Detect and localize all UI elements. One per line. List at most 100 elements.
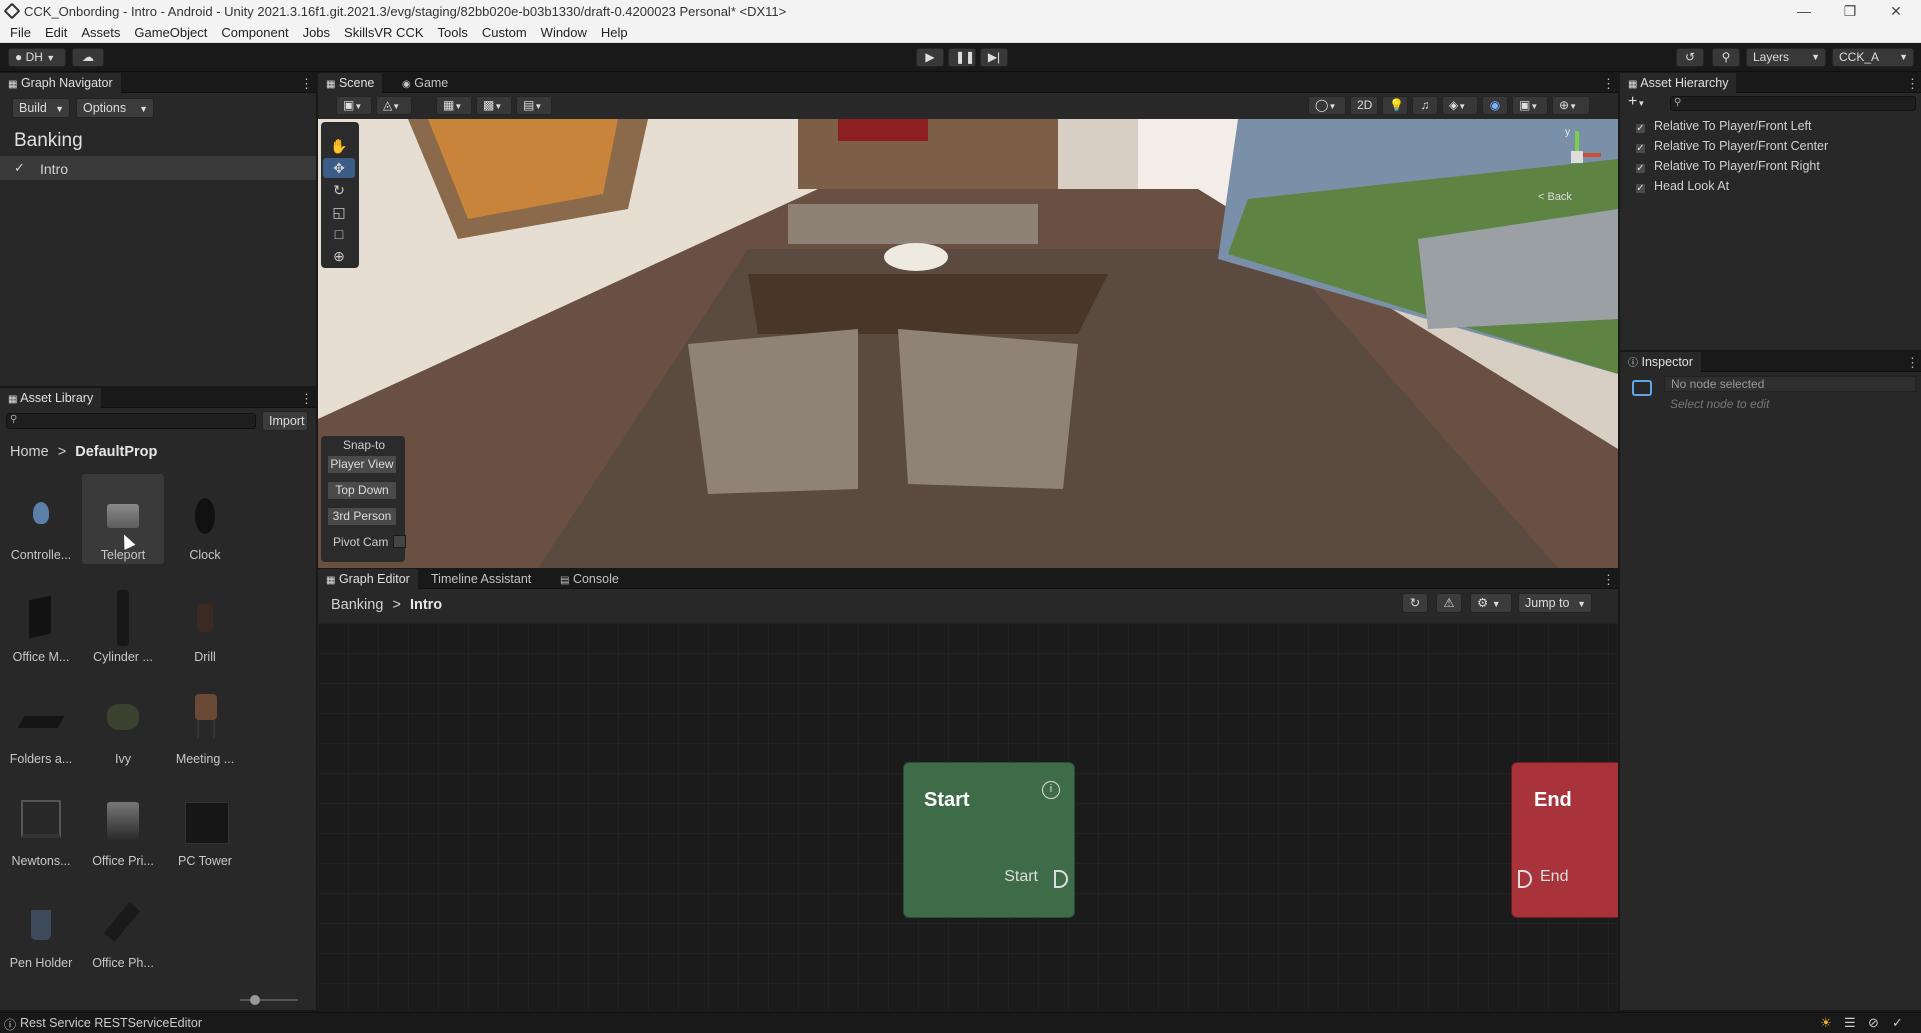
refresh-button[interactable]: ↻ (1402, 593, 1428, 613)
mode-2d-toggle[interactable]: 2D (1350, 96, 1378, 115)
asset-tile[interactable]: Drill (164, 586, 246, 664)
orientation-dropdown[interactable]: ◯▼ (1308, 96, 1346, 115)
warning-button[interactable]: ⚠ (1436, 593, 1462, 613)
graph-canvas[interactable]: Start i Start End End (318, 623, 1618, 1010)
kebab-menu-icon[interactable]: ⋮ (300, 76, 313, 92)
start-node[interactable]: Start i Start (903, 762, 1075, 918)
asset-tile[interactable]: Newtons... (0, 790, 82, 868)
kebab-menu-icon[interactable]: ⋮ (1906, 355, 1919, 371)
hierarchy-item[interactable]: ✓ Relative To Player/Front Left (1635, 116, 1828, 136)
asset-tile[interactable]: Controlle... (0, 484, 82, 562)
hierarchy-search-input[interactable]: ⚲ (1670, 96, 1916, 111)
effects-dropdown[interactable]: ◈▼ (1442, 96, 1478, 115)
asset-tile[interactable]: Office Ph... (82, 892, 164, 970)
menu-jobs[interactable]: Jobs (303, 25, 330, 40)
rect-tool-icon[interactable]: □ (323, 224, 355, 244)
scale-tool-icon[interactable]: ◱ (323, 202, 355, 222)
asset-tile[interactable]: Clock (164, 484, 246, 562)
render-mode-dropdown[interactable]: ◬▼ (376, 96, 412, 115)
add-dropdown[interactable]: +▼ (1628, 93, 1645, 111)
hierarchy-item[interactable]: ✓ Head Look At (1635, 176, 1828, 196)
menu-edit[interactable]: Edit (45, 25, 67, 40)
menu-custom[interactable]: Custom (482, 25, 527, 40)
tab-inspector[interactable]: ⓘ Inspector (1620, 352, 1701, 372)
asset-tile[interactable]: Meeting ... (164, 688, 246, 766)
tab-console[interactable]: ▤ Console (552, 569, 627, 589)
asset-tile[interactable]: Ivy (82, 688, 164, 766)
checkbox-checked[interactable]: ✓ (1635, 163, 1646, 174)
end-node[interactable]: End End (1511, 762, 1618, 918)
tab-scene[interactable]: ▦ Scene (318, 73, 383, 93)
tab-asset-library[interactable]: ▦ Asset Library (0, 388, 102, 408)
maximize-icon[interactable]: ❐ (1827, 0, 1873, 22)
minimize-icon[interactable]: — (1781, 0, 1827, 22)
info-icon[interactable]: i (1042, 781, 1060, 799)
asset-tile[interactable]: Office M... (0, 586, 82, 664)
tab-timeline-assistant[interactable]: Timeline Assistant (423, 569, 539, 589)
kebab-menu-icon[interactable]: ⋮ (300, 391, 313, 407)
tab-graph-editor[interactable]: ▦ Graph Editor (318, 569, 418, 589)
network-icon[interactable]: ⊘ (1868, 1015, 1879, 1031)
asset-tile[interactable]: Teleport (82, 474, 164, 564)
breadcrumb-home[interactable]: Home (10, 444, 49, 460)
thumbnail-size-slider[interactable] (240, 995, 298, 1005)
rotate-tool-icon[interactable]: ↻ (323, 180, 355, 200)
third-person-button[interactable]: 3rd Person (327, 507, 397, 526)
scene-viewport[interactable]: y < Back ✋ ✥ ↻ ◱ □ ⊕ Snap-to Player View… (318, 119, 1618, 568)
camera-dropdown[interactable]: ▣▼ (1512, 96, 1548, 115)
navigator-item-intro[interactable]: ✓ Intro (0, 156, 316, 180)
ruler-dropdown[interactable]: ▤▼ (516, 96, 552, 115)
grid-snap-dropdown[interactable]: ▦▼ (436, 96, 472, 115)
gizmos-dropdown[interactable]: ⊕▼ (1552, 96, 1590, 115)
import-button[interactable]: Import (262, 411, 308, 431)
menu-skillsvr-cck[interactable]: SkillsVR CCK (344, 25, 423, 40)
hand-tool-icon[interactable]: ✋ (323, 136, 355, 156)
audio-toggle[interactable]: ♫ (1412, 96, 1438, 115)
menu-component[interactable]: Component (221, 25, 288, 40)
account-dropdown[interactable]: ● DH ▼ (8, 48, 66, 67)
asset-tile[interactable]: Cylinder ... (82, 586, 164, 664)
kebab-menu-icon[interactable]: ⋮ (1602, 572, 1615, 588)
menu-window[interactable]: Window (541, 25, 587, 40)
history-button[interactable]: ↺ (1676, 48, 1704, 67)
output-port-icon[interactable] (1054, 870, 1068, 888)
shading-dropdown[interactable]: ▣▼ (336, 96, 372, 115)
move-tool-icon[interactable]: ✥ (323, 158, 355, 178)
kebab-menu-icon[interactable]: ⋮ (1906, 76, 1919, 92)
tab-game[interactable]: ◉ Game (394, 73, 456, 93)
breadcrumb-banking[interactable]: Banking (331, 597, 383, 613)
tab-graph-navigator[interactable]: ▦ Graph Navigator (0, 73, 121, 93)
back-label[interactable]: < Back (1538, 191, 1572, 203)
step-button[interactable]: ▶| (980, 48, 1008, 67)
database-icon[interactable]: ☰ (1844, 1015, 1856, 1031)
status-check-icon[interactable]: ✓ (1892, 1015, 1903, 1031)
asset-search-input[interactable]: ⚲ (6, 413, 256, 429)
player-view-button[interactable]: Player View (327, 455, 397, 474)
kebab-menu-icon[interactable]: ⋮ (1602, 76, 1615, 92)
asset-tile[interactable]: Folders a... (0, 688, 82, 766)
build-dropdown[interactable]: Build ▼ (12, 98, 70, 118)
menu-file[interactable]: File (10, 25, 31, 40)
tab-asset-hierarchy[interactable]: ▦ Asset Hierarchy (1620, 73, 1737, 93)
bug-report-icon[interactable]: ☀ (1820, 1015, 1832, 1031)
close-icon[interactable]: ✕ (1873, 0, 1919, 22)
pivot-cam-checkbox[interactable] (393, 535, 406, 548)
menu-help[interactable]: Help (601, 25, 628, 40)
menu-assets[interactable]: Assets (81, 25, 120, 40)
input-port-icon[interactable] (1518, 870, 1532, 888)
transform-tool-icon[interactable]: ⊕ (323, 246, 355, 266)
checkbox-checked[interactable]: ✓ (1635, 183, 1646, 194)
options-dropdown[interactable]: Options ▼ (76, 98, 154, 118)
top-down-button[interactable]: Top Down (327, 481, 397, 500)
menu-tools[interactable]: Tools (438, 25, 468, 40)
hierarchy-item[interactable]: ✓ Relative To Player/Front Center (1635, 136, 1828, 156)
asset-tile[interactable]: Pen Holder (0, 892, 82, 970)
snap-increment-dropdown[interactable]: ▩▼ (476, 96, 512, 115)
asset-tile[interactable]: Office Pri... (82, 790, 164, 868)
layout-dropdown[interactable]: CCK_A ▼ (1832, 48, 1914, 67)
checkbox-checked[interactable]: ✓ (1635, 143, 1646, 154)
menu-gameobject[interactable]: GameObject (134, 25, 207, 40)
cloud-button[interactable]: ☁ (72, 48, 104, 67)
layers-dropdown[interactable]: Layers ▼ (1746, 48, 1826, 67)
asset-tile[interactable]: PC Tower (164, 790, 246, 868)
